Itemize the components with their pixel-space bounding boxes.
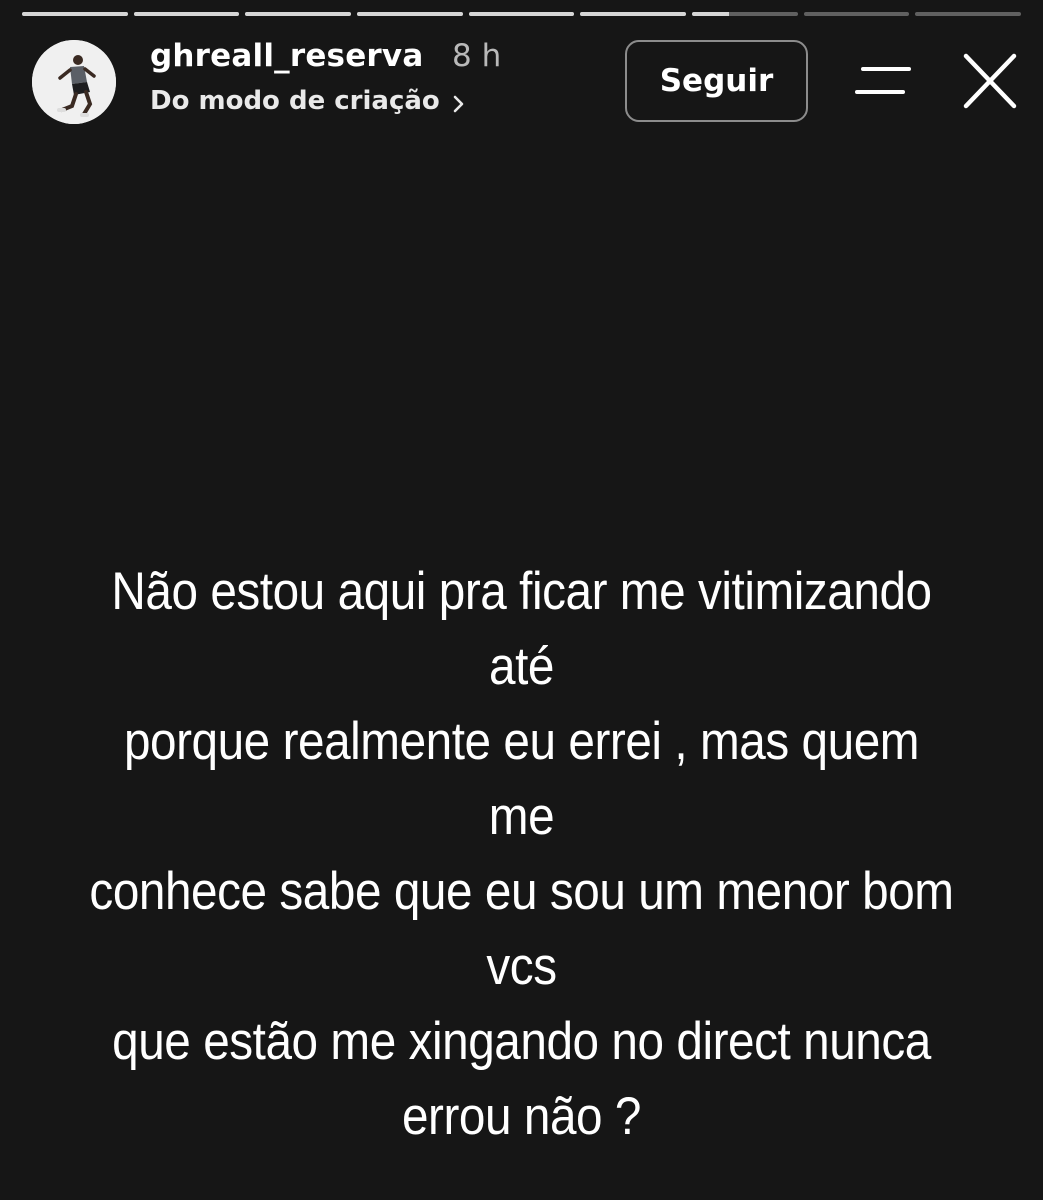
close-icon[interactable] [958, 52, 1022, 112]
progress-segment-fill [468, 12, 575, 16]
progress-segment-fill [245, 12, 352, 16]
progress-segment-fill [22, 12, 128, 16]
story-text-line: Não estou aqui pra ficar me vitimizando … [111, 562, 932, 696]
story-text-line: porque realmente eu errei , mas quem me [123, 712, 920, 846]
progress-segment [357, 12, 463, 16]
progress-segment [915, 12, 1022, 16]
progress-segment [133, 12, 240, 16]
chevron-right-icon [448, 91, 468, 113]
story-text-line: que estão me xingando no direct nunca [112, 1012, 931, 1071]
creation-mode-label: Do modo de criação [150, 86, 440, 116]
follow-button[interactable]: Seguir [625, 40, 808, 122]
avatar-image [32, 40, 116, 124]
story-progress-bar [22, 12, 1022, 18]
progress-segment-fill [692, 12, 730, 16]
progress-segment-fill [133, 12, 240, 16]
story-text-line: conhece sabe que eu sou um menor bom vcs [89, 862, 954, 996]
progress-segment [803, 12, 910, 16]
progress-segment [580, 12, 687, 16]
progress-segment-fill [357, 12, 463, 16]
creation-mode-link[interactable]: Do modo de criação [150, 86, 468, 116]
progress-segment [692, 12, 798, 16]
progress-segment-fill [580, 12, 687, 16]
progress-segment [22, 12, 128, 16]
progress-segment [468, 12, 575, 16]
post-time: 8 h [452, 38, 502, 74]
avatar[interactable] [32, 40, 116, 124]
menu-icon[interactable] [852, 56, 914, 106]
progress-segment [245, 12, 352, 16]
story-text: Não estou aqui pra ficar me vitimizando … [88, 554, 955, 1154]
story-text-line: errou não ? [401, 1087, 642, 1146]
username[interactable]: ghreall_reserva [150, 38, 423, 74]
